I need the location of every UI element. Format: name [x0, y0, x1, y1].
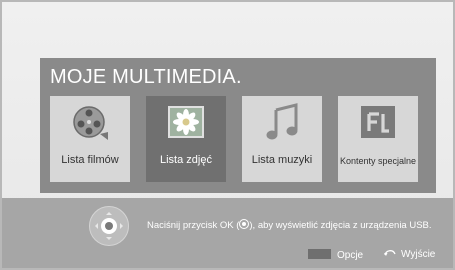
exit-button[interactable]: Wyjście	[384, 249, 435, 260]
tile-label: Lista muzyki	[251, 154, 313, 166]
arrow-up-icon	[106, 209, 112, 215]
screen: MOJE MULTIMEDIA. Lista filmów Lista zdję…	[2, 2, 453, 268]
exit-label: Wyjście	[401, 249, 436, 260]
arrow-left-icon	[92, 223, 98, 229]
panel-title: MOJE MULTIMEDIA.	[50, 66, 242, 88]
media-panel: MOJE MULTIMEDIA. Lista filmów Lista zdję…	[40, 58, 436, 193]
tile-label: Lista filmów	[61, 154, 119, 166]
footer-bar: Naciśnij przycisk OK ( ), aby wyświetlić …	[2, 198, 453, 268]
hint-text-start: Naciśnij przycisk OK (	[147, 220, 240, 231]
film-reel-icon	[73, 106, 108, 140]
fl-logo-icon	[361, 106, 395, 138]
music-note-icon	[266, 103, 298, 140]
tile-special-content[interactable]: Kontenty specjalne	[338, 96, 418, 182]
tile-photo-list[interactable]: Lista zdjęć	[146, 96, 226, 182]
photo-flower-icon	[168, 106, 204, 138]
ok-glyph-icon	[239, 219, 250, 229]
tile-music-list[interactable]: Lista muzyki	[242, 96, 322, 182]
back-arrow-icon	[384, 250, 396, 256]
ok-button-icon	[101, 218, 117, 234]
hint-text-end: ), aby wyświetlić zdjęcia z urządzenia U…	[249, 220, 432, 231]
arrow-right-icon	[120, 223, 126, 229]
tile-label: Lista zdjęć	[160, 154, 212, 166]
arrow-down-icon	[106, 237, 112, 243]
tile-label: Kontenty specjalne	[339, 156, 417, 166]
options-label: Opcje	[337, 250, 364, 261]
hint-text: Naciśnij przycisk OK ( ), aby wyświetlić …	[147, 219, 432, 231]
options-button[interactable]: Opcje	[308, 249, 363, 263]
tile-movie-list[interactable]: Lista filmów	[50, 96, 130, 182]
navigation-pad-icon	[89, 206, 129, 246]
options-color-key-icon	[308, 249, 331, 259]
